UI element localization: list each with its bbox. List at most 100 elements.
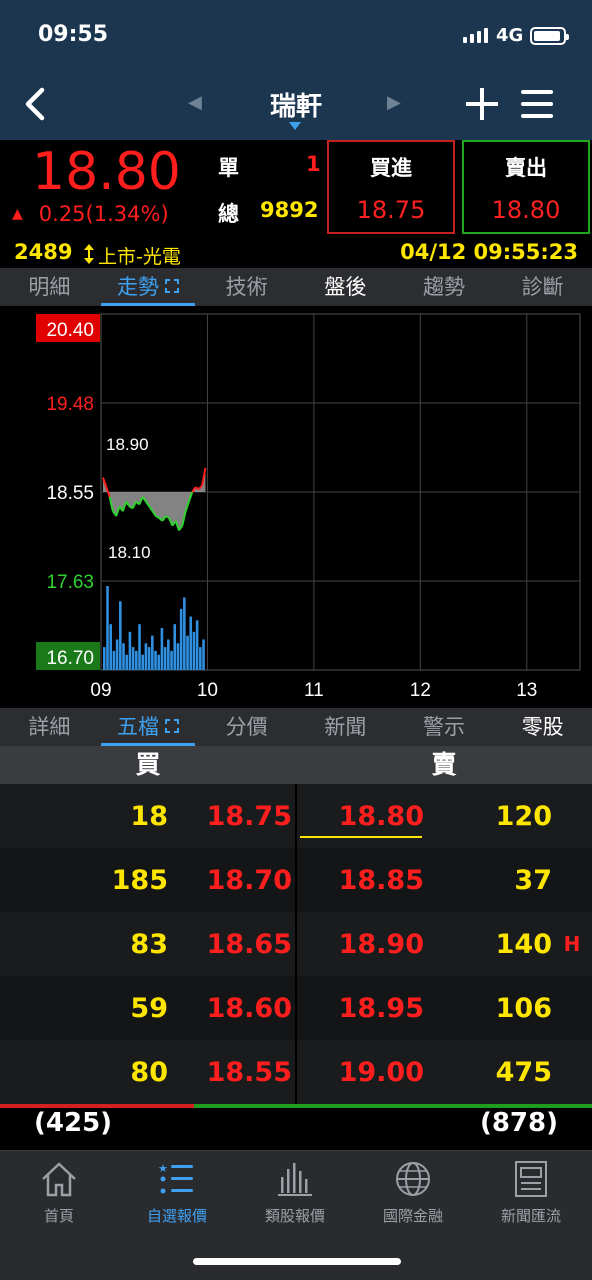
volume-bar [186,635,189,670]
volume-bar [115,639,119,670]
volume-bar [167,639,170,670]
tab-news[interactable]: 新聞 [296,708,395,746]
tab-five-level[interactable]: 五檔 [99,708,198,746]
y-tick-label: 16.70 [46,648,94,669]
bar-chart-icon [278,1163,312,1196]
tab-alerts[interactable]: 警示 [395,708,494,746]
svg-text:★: ★ [158,1162,168,1175]
ask-volume: 37 [514,864,552,896]
signal-icon [463,28,488,43]
volume-bar [199,647,202,670]
x-tick-label: 10 [197,680,218,701]
price-change-value: 0.25(1.34%) [38,202,169,226]
single-volume-value: 1 [306,152,321,176]
tab-watchlist[interactable]: ★ 自選報價 [118,1159,236,1226]
volume-bar [189,616,193,670]
tab-technical[interactable]: 技術 [197,268,296,306]
volume-bar [122,643,125,670]
tab-international-label: 國際金融 [382,1207,443,1225]
menu-icon[interactable] [519,88,555,120]
total-volume-value: 9892 [260,198,319,222]
stock-title[interactable]: 瑞軒 [0,86,592,123]
intraday-chart[interactable]: 20.40 19.48 18.55 17.63 16.70 09 10 11 12 13 18.90… [0,306,592,706]
x-tick-label: 13 [516,680,537,701]
watchlist-icon: ★ [158,1162,193,1194]
expand-icon [165,279,179,293]
volume-bar [195,620,199,670]
high-annotation: 18.90 [106,435,149,454]
title-dropdown-icon[interactable] [289,122,301,130]
volume-bar [131,647,135,670]
market-category: 上市-光電 [98,246,181,268]
bid-price: 18.55 [206,1056,292,1088]
price-change: ▲ 0.25(1.34%) [12,202,169,226]
tab-international[interactable]: 國際金融 [354,1159,472,1226]
volume-bar [179,608,183,670]
sell-price: 18.80 [491,196,561,224]
buy-label: 買進 [370,156,412,180]
tab-trend[interactable]: 走勢 [99,268,198,306]
tab-details[interactable]: 明細 [0,268,99,306]
swap-icon [84,244,94,264]
volume-bar [192,631,196,670]
buy-price: 18.75 [356,196,426,224]
ask-price: 18.95 [338,992,424,1024]
tab-after-hours[interactable]: 盤後 [296,268,395,306]
tab-diagnosis[interactable]: 診斷 [493,268,592,306]
y-tick-label: 17.63 [46,572,94,593]
volume-bar [173,624,177,670]
volume-bar [183,597,186,670]
volume-bar [141,654,145,670]
buy-column-label: 買 [135,750,161,779]
row-flag: H [563,932,581,956]
next-stock-icon[interactable]: ▶ [387,92,401,113]
newspaper-icon [515,1161,547,1197]
bid-volume: 18 [130,800,168,832]
bid-volume: 185 [111,864,168,896]
buy-button[interactable]: 買進 18.75 [327,140,455,234]
volume-bar [147,647,151,670]
orderbook-divider [295,784,297,1104]
globe-icon [396,1162,430,1196]
home-indicator [193,1258,401,1265]
nav-bar: ◀ 瑞軒 ▶ [0,70,592,140]
chart-svg: 20.40 19.48 18.55 17.63 16.70 09 10 11 12 13 18.90… [36,313,581,701]
volume-bar [106,586,109,670]
bid-total: (425) [34,1108,113,1138]
x-tick-label: 11 [304,680,324,701]
tab-home[interactable]: 首頁 [0,1159,118,1226]
ask-volume: 475 [495,1056,552,1088]
ask-price: 18.90 [338,928,424,960]
sell-button[interactable]: 賣出 18.80 [462,140,590,234]
quote-datetime: 04/12 09:55:23 [400,240,578,264]
total-volume-label: 總 [218,202,239,226]
battery-icon [530,27,569,45]
ask-volume: 140 [495,928,552,960]
bid-price: 18.75 [206,800,292,832]
sell-label: 賣出 [505,156,547,180]
tab-trend-label: 走勢 [117,275,159,299]
bid-price: 18.70 [206,864,292,896]
tab-price-volume[interactable]: 分價 [197,708,296,746]
tab-watchlist-label: 自選報價 [146,1207,207,1225]
volume-bar [157,654,161,670]
stock-code: 2489 [14,240,73,264]
add-icon[interactable] [462,84,502,124]
volume-bar [151,635,154,670]
tab-sector-quotes[interactable]: 類股報價 [236,1159,354,1226]
tab-detail[interactable]: 詳細 [0,708,99,746]
volume-bar [135,650,138,670]
up-arrow-icon: ▲ [12,206,23,222]
y-tick-label: 20.40 [46,320,94,341]
y-tick-label: 19.48 [46,394,94,415]
tab-sector-label: 類股報價 [264,1207,325,1225]
tab-news-feed[interactable]: 新聞匯流 [472,1159,590,1226]
volume-bar [202,639,205,670]
last-price: 18.80 [32,142,181,202]
tab-tendency[interactable]: 趨勢 [395,268,494,306]
tab-odd-lot[interactable]: 零股 [493,708,592,746]
ask-price: 18.80 [338,800,424,832]
volume-bar [138,624,141,670]
bid-volume: 59 [130,992,168,1024]
ask-total: (878) [479,1108,558,1138]
